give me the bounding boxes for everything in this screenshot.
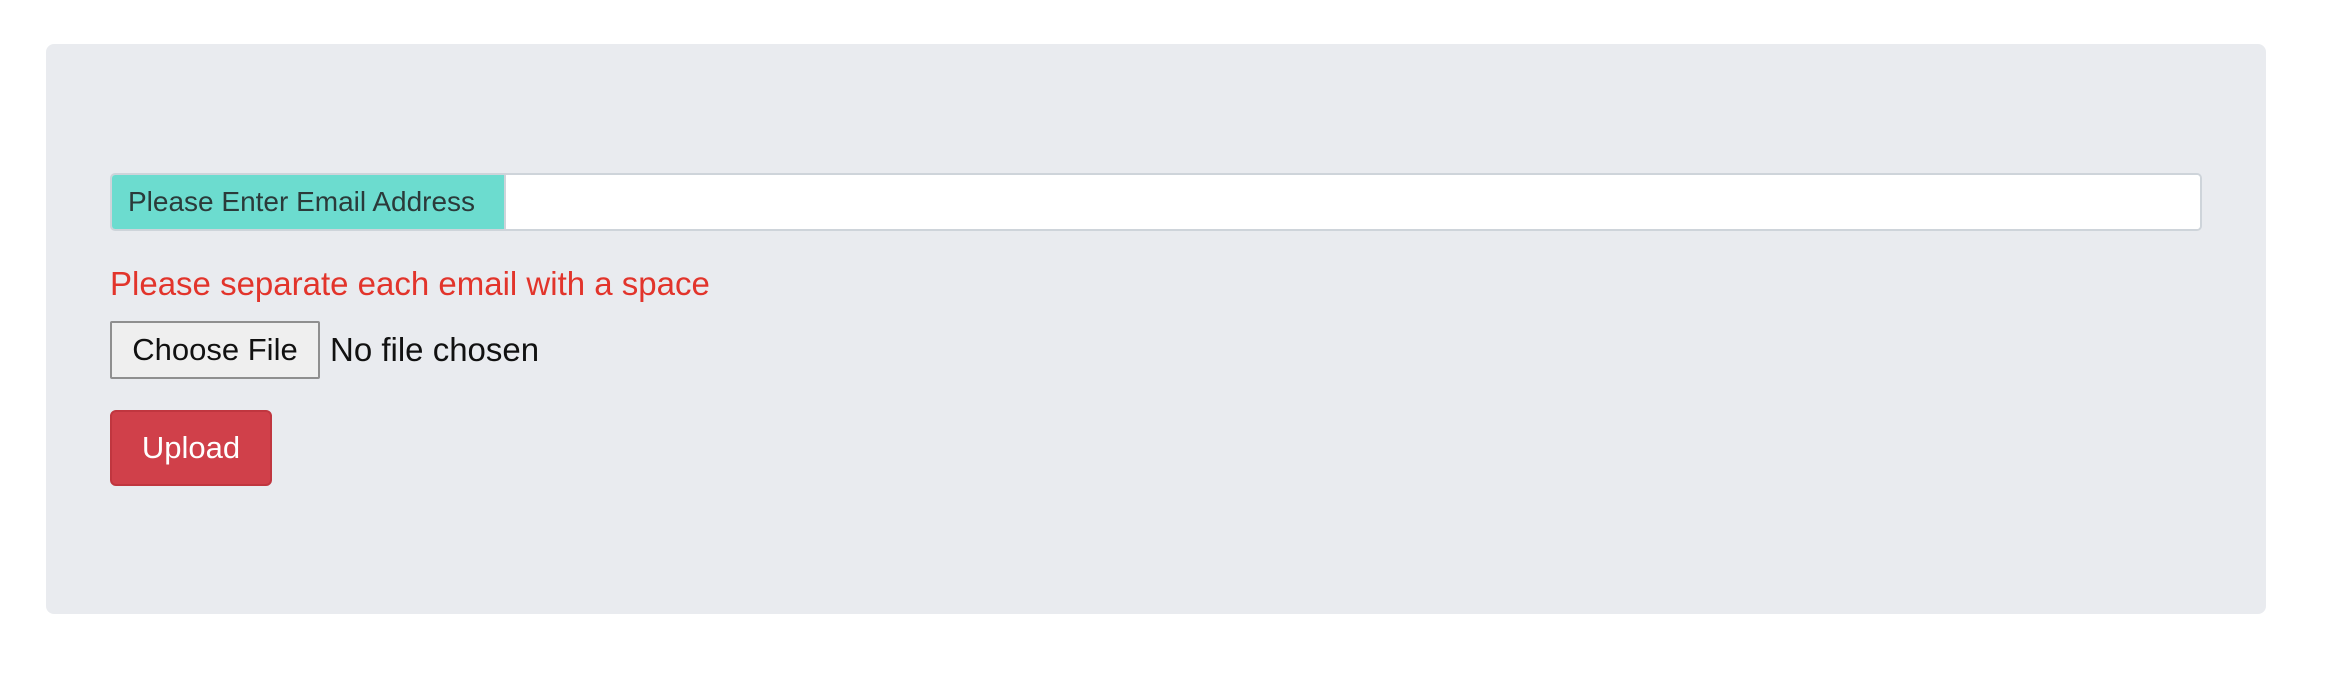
file-status-text: No file chosen [330, 331, 540, 368]
email-separator-hint: Please separate each email with a space [110, 265, 710, 302]
email-input-group: Please Enter Email Address [110, 173, 2202, 231]
email-field-label: Please Enter Email Address [112, 175, 506, 229]
choose-file-button[interactable]: Choose File [110, 321, 320, 379]
upload-panel: Please Enter Email Address Please separa… [46, 44, 2266, 614]
upload-button[interactable]: Upload [110, 410, 272, 486]
email-field[interactable] [506, 175, 2200, 229]
file-picker: Choose File No file chosen [110, 321, 539, 379]
